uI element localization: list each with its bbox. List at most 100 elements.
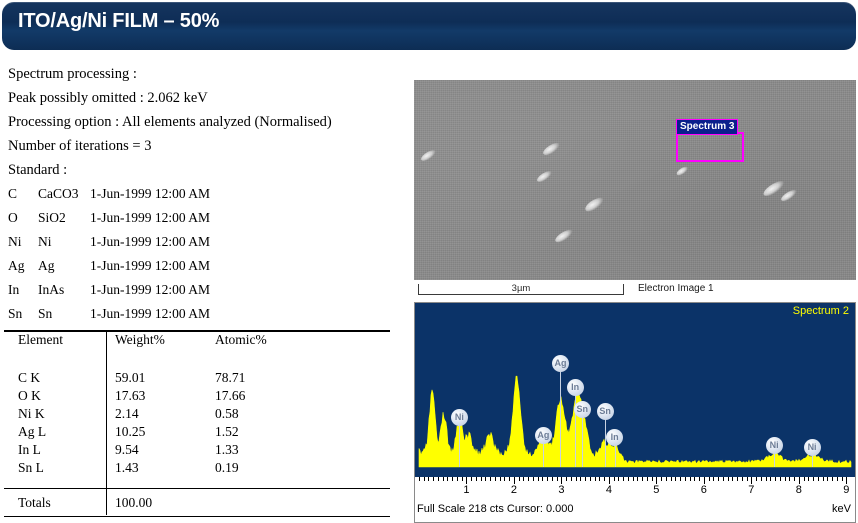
peak-label-ag[interactable]: Ag xyxy=(534,427,552,444)
axis-tick-minor xyxy=(827,477,829,481)
axis-tick-minor xyxy=(661,477,663,481)
axis-tick-minor xyxy=(646,477,648,481)
axis-tick-minor xyxy=(694,477,696,481)
cell-element: In L xyxy=(18,442,41,457)
cell-atomic: 17.66 xyxy=(215,388,246,403)
table-totals-row: Totals 100.00 xyxy=(4,492,390,515)
standard-material: Sn xyxy=(38,306,53,321)
peak-label-stem xyxy=(459,423,461,467)
axis-tick-label: 7 xyxy=(748,484,755,496)
axis-tick-major xyxy=(656,477,658,484)
axis-tick-minor xyxy=(732,477,734,481)
peak-label-ni[interactable]: Ni xyxy=(803,439,821,456)
table-spacer-row xyxy=(4,356,390,370)
totals-atomic xyxy=(203,492,390,515)
axis-tick-minor xyxy=(765,477,767,481)
eds-legend-label: Spectrum 2 xyxy=(792,305,849,317)
axis-tick-minor xyxy=(494,477,496,481)
standard-symbol: C xyxy=(8,186,18,201)
standard-entry: O SiO2 1-Jun-1999 12:00 AM xyxy=(0,206,400,230)
totals-label: Totals xyxy=(18,495,51,510)
cell-weight: 59.01 xyxy=(106,370,203,388)
axis-tick-minor xyxy=(599,477,601,481)
axis-tick-major xyxy=(798,477,800,484)
axis-tick-minor xyxy=(452,477,454,481)
axis-tick-minor xyxy=(684,477,686,481)
processing-line: Peak possibly omitted : 2.062 keV xyxy=(8,90,208,106)
peak-label-ag[interactable]: Ag xyxy=(551,355,569,372)
peak-label-sn[interactable]: Sn xyxy=(596,403,614,420)
axis-tick-minor xyxy=(808,477,810,481)
standard-symbol: O xyxy=(8,210,18,225)
spacer-cell xyxy=(4,478,107,492)
axis-tick-minor xyxy=(485,477,487,481)
axis-tick-minor xyxy=(722,477,724,481)
eds-x-axis: 1 2 3 4 5 6 7 8 9 xyxy=(415,477,855,503)
axis-tick-minor xyxy=(637,477,639,481)
standard-symbol: Ni xyxy=(8,234,22,249)
standard-entry: C CaCO3 1-Jun-1999 12:00 AM xyxy=(0,182,400,206)
axis-tick-major xyxy=(846,477,848,484)
axis-tick-minor xyxy=(741,477,743,481)
axis-tick-minor xyxy=(699,477,701,481)
cell-atomic: 0.19 xyxy=(215,460,239,475)
peak-label-stem xyxy=(560,369,562,467)
spectrum-3-marker-label: Spectrum 3 xyxy=(676,119,739,135)
eds-spectrum-panel[interactable]: Spectrum 2 Ni Ag Ag In Sn Sn In Ni Ni 123456789 … xyxy=(414,302,856,523)
standard-material: SiO2 xyxy=(38,210,66,225)
cell-element: Ag L xyxy=(18,424,47,439)
axis-tick-major xyxy=(751,477,753,484)
cell-atomic: 1.33 xyxy=(215,442,239,457)
axis-tick-minor xyxy=(718,477,720,481)
axis-tick-minor xyxy=(423,477,425,481)
peak-label-in[interactable]: In xyxy=(606,429,624,446)
processing-line: Processing option : All elements analyze… xyxy=(8,114,332,130)
sem-electron-image[interactable]: Spectrum 3 xyxy=(414,80,856,280)
peak-label-sn[interactable]: Sn xyxy=(573,401,591,418)
axis-tick-minor xyxy=(613,477,615,481)
cell-weight: 17.63 xyxy=(106,388,203,406)
table-totals-rule xyxy=(4,488,390,489)
peak-label-ni[interactable]: Ni xyxy=(765,437,783,454)
axis-tick-minor xyxy=(475,477,477,481)
spacer-cell xyxy=(4,356,107,370)
standard-material: InAs xyxy=(38,282,65,297)
peak-label-in[interactable]: In xyxy=(566,379,584,396)
standard-date: 1-Jun-1999 12:00 AM xyxy=(90,282,211,297)
processing-info-list: Spectrum processing : Peak possibly omitt… xyxy=(0,62,400,182)
axis-tick-minor xyxy=(461,477,463,481)
eds-plot-area[interactable]: Spectrum 2 Ni Ag Ag In Sn Sn In Ni Ni xyxy=(415,303,855,477)
axis-tick-minor xyxy=(594,477,596,481)
standard-date: 1-Jun-1999 12:00 AM xyxy=(90,234,211,249)
axis-tick-minor xyxy=(680,477,682,481)
standard-symbol: Ag xyxy=(8,258,25,273)
axis-tick-minor xyxy=(803,477,805,481)
axis-tick-minor xyxy=(542,477,544,481)
axis-tick-minor xyxy=(713,477,715,481)
table-row: O K 17.63 17.66 xyxy=(4,388,390,406)
axis-tick-minor xyxy=(509,477,511,481)
axis-tick-label: 8 xyxy=(795,484,802,496)
axis-tick-minor xyxy=(708,477,710,481)
axis-tick-minor xyxy=(575,477,577,481)
axis-tick-minor xyxy=(689,477,691,481)
spectrum-3-marker-box[interactable]: Spectrum 3 xyxy=(676,119,744,162)
axis-tick-minor xyxy=(627,477,629,481)
axis-tick-minor xyxy=(528,477,530,481)
cell-atomic: 1.52 xyxy=(215,424,239,439)
peak-label-stem xyxy=(543,441,545,467)
axis-tick-minor xyxy=(775,477,777,481)
table-spacer-row xyxy=(4,478,390,492)
scale-bar-label: 3µm xyxy=(511,283,531,294)
table-bottom-rule xyxy=(4,516,390,517)
peak-label-ni[interactable]: Ni xyxy=(450,409,468,426)
axis-tick-minor xyxy=(551,477,553,481)
composition-results-table: Element Weight% Atomic% C K 59.01 78.71 O K 17.… xyxy=(4,330,390,517)
axis-tick-label: 4 xyxy=(605,484,612,496)
axis-tick-minor xyxy=(428,477,430,481)
cell-element: Ni K xyxy=(18,406,45,421)
column-header-weight: Weight% xyxy=(106,332,203,356)
axis-tick-minor xyxy=(770,477,772,481)
axis-tick-minor xyxy=(480,477,482,481)
axis-tick-minor xyxy=(836,477,838,481)
